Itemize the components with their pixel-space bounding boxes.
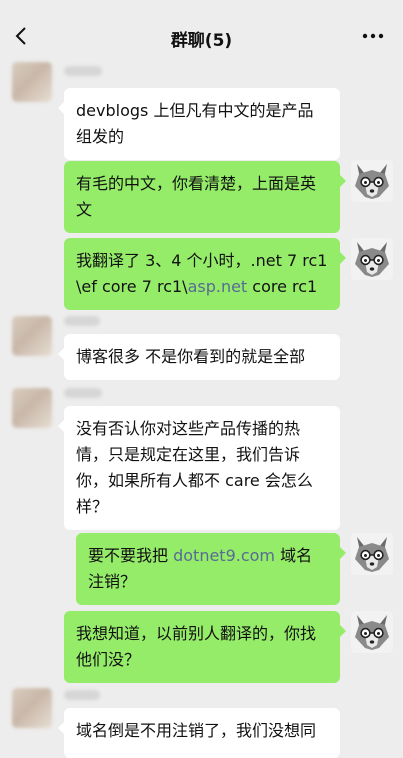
sender-name [64, 316, 100, 326]
message-bubble[interactable]: 博客很多 不是你看到的就是全部 [58, 334, 340, 380]
message-text: devblogs 上但凡有中文的是产品组发的 [76, 101, 314, 146]
message-bubble[interactable]: 要不要我把 dotnet9.com 域名注销？ [76, 533, 346, 605]
message-bubble[interactable]: 我想知道，以前别人翻译的，你找他们没？ [64, 611, 346, 683]
more-horizontal-icon [362, 33, 384, 39]
message-text: core rc1 [247, 277, 318, 296]
avatar[interactable] [351, 238, 393, 280]
avatar[interactable] [351, 160, 393, 202]
avatar[interactable] [351, 611, 393, 653]
sender-name [64, 66, 102, 76]
message-text: 没有否认你对这些产品传播的热情，只是规定在这里，我们告诉你，如果所有人都不 ca… [76, 419, 313, 516]
sender-name [64, 690, 100, 700]
message-text: 博客很多 不是你看到的就是全部 [76, 347, 306, 366]
message-bubble[interactable]: 我翻译了 3、4 个小时，.net 7 rc1 \ef core 7 rc1\a… [64, 238, 346, 310]
message-bubble[interactable]: 没有否认你对这些产品传播的热情，只是规定在这里，我们告诉你，如果所有人都不 ca… [58, 406, 340, 530]
message-text: 要不要我把 [88, 546, 174, 565]
more-button[interactable] [361, 28, 385, 44]
message-bubble[interactable]: devblogs 上但凡有中文的是产品组发的 [58, 88, 340, 160]
avatar[interactable] [12, 316, 52, 356]
avatar[interactable] [12, 688, 52, 728]
message-link[interactable]: asp.net [188, 277, 248, 296]
message-text: 有毛的中文，你看清楚，上面是英文 [76, 174, 317, 219]
avatar[interactable] [12, 388, 52, 428]
chat-title: 群聊(5) [170, 31, 233, 51]
message-bubble[interactable]: 域名倒是不用注销了，我们没想同 [58, 708, 340, 758]
sender-name [64, 388, 102, 398]
message-text: 域名倒是不用注销了，我们没想同 [76, 721, 317, 740]
message-text: 我想知道，以前别人翻译的，你找他们没？ [76, 624, 317, 669]
avatar[interactable] [351, 533, 393, 575]
message-bubble[interactable]: 有毛的中文，你看清楚，上面是英文 [64, 161, 346, 233]
chat-header: 群聊(5) [0, 0, 403, 62]
avatar[interactable] [12, 62, 52, 102]
message-link[interactable]: dotnet9.com [173, 546, 275, 565]
